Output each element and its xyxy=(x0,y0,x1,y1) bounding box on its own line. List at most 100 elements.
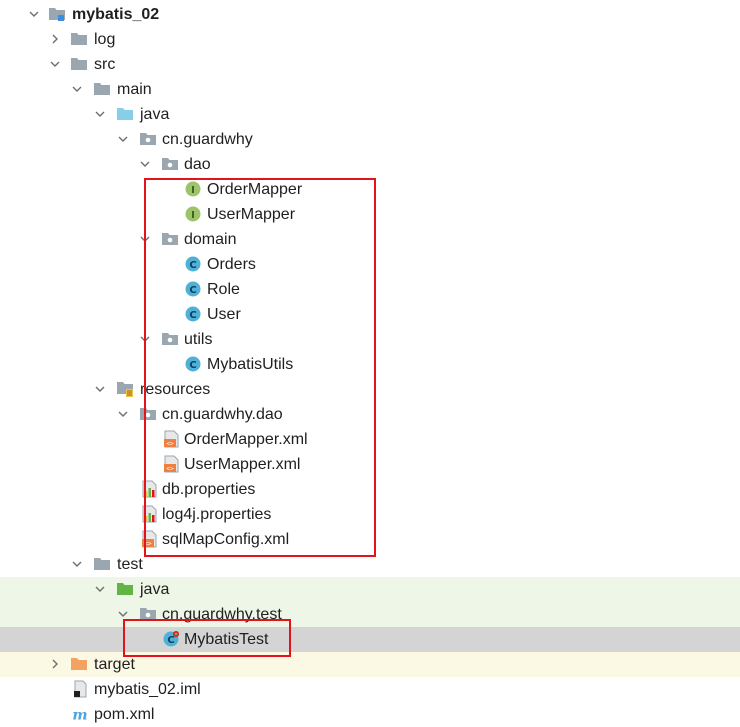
chevron-down-icon[interactable] xyxy=(138,332,152,346)
tree-label: db.properties xyxy=(162,481,256,498)
tree-row-log[interactable]: log xyxy=(0,27,740,52)
source-folder-icon xyxy=(116,105,134,123)
folder-icon xyxy=(70,30,88,48)
tree-label: Orders xyxy=(207,256,256,273)
tree-row-root[interactable]: mybatis_02 xyxy=(0,2,740,27)
package-icon xyxy=(139,130,157,148)
tree-row-orders[interactable]: C Orders xyxy=(0,252,740,277)
tree-row-iml[interactable]: mybatis_02.iml xyxy=(0,677,740,702)
tree-label: OrderMapper xyxy=(207,181,303,198)
chevron-right-icon[interactable] xyxy=(48,32,62,46)
tree-row-sqlmap-config[interactable]: <> sqlMapConfig.xml xyxy=(0,527,740,552)
chevron-down-icon[interactable] xyxy=(70,82,84,96)
properties-file-icon xyxy=(140,480,158,498)
tree-row-mybatis-test[interactable]: C MybatisTest xyxy=(0,627,740,652)
tree-row-user-mapper[interactable]: I UserMapper xyxy=(0,202,740,227)
tree-label: domain xyxy=(184,231,237,248)
package-icon xyxy=(139,605,157,623)
tree-label: cn.guardwhy.dao xyxy=(162,406,283,423)
chevron-down-icon[interactable] xyxy=(93,382,107,396)
svg-text:C: C xyxy=(189,260,196,271)
chevron-down-icon[interactable] xyxy=(138,232,152,246)
tree-label: UserMapper.xml xyxy=(184,456,301,473)
tree-row-order-mapper[interactable]: I OrderMapper xyxy=(0,177,740,202)
svg-text:C: C xyxy=(189,310,196,321)
tree-label: log xyxy=(94,31,116,48)
tree-label: OrderMapper.xml xyxy=(184,431,308,448)
tree-row-user-mapper-xml[interactable]: <> UserMapper.xml xyxy=(0,452,740,477)
tree-row-user[interactable]: C User xyxy=(0,302,740,327)
svg-text:I: I xyxy=(191,185,195,196)
tree-row-resources-package[interactable]: cn.guardwhy.dao xyxy=(0,402,740,427)
svg-text:C: C xyxy=(167,635,174,646)
tree-label: log4j.properties xyxy=(162,506,272,523)
chevron-down-icon[interactable] xyxy=(116,132,130,146)
tree-row-dao[interactable]: dao xyxy=(0,152,740,177)
tree-label: mybatis_02 xyxy=(72,6,160,23)
module-file-icon xyxy=(71,680,89,698)
tree-row-target[interactable]: target xyxy=(0,652,740,677)
tree-label: mybatis_02.iml xyxy=(94,681,201,698)
test-folder-icon xyxy=(116,580,134,598)
tree-row-java-test[interactable]: java xyxy=(0,577,740,602)
chevron-down-icon[interactable] xyxy=(70,557,84,571)
tree-label: main xyxy=(117,81,152,98)
tree-row-utils[interactable]: utils xyxy=(0,327,740,352)
interface-icon: I xyxy=(184,205,202,223)
tree-label: src xyxy=(94,56,116,73)
svg-text:C: C xyxy=(189,285,196,296)
folder-icon xyxy=(93,80,111,98)
tree-row-resources[interactable]: resources xyxy=(0,377,740,402)
tree-row-db-properties[interactable]: db.properties xyxy=(0,477,740,502)
svg-text:<>: <> xyxy=(166,441,174,448)
package-icon xyxy=(161,330,179,348)
tree-row-main[interactable]: main xyxy=(0,77,740,102)
tree-row-src[interactable]: src xyxy=(0,52,740,77)
folder-icon xyxy=(70,55,88,73)
chevron-down-icon[interactable] xyxy=(116,607,130,621)
tree-row-mybatis-utils[interactable]: C MybatisUtils xyxy=(0,352,740,377)
tree-row-test[interactable]: test xyxy=(0,552,740,577)
class-icon: C xyxy=(184,255,202,273)
class-icon: C xyxy=(184,305,202,323)
chevron-down-icon[interactable] xyxy=(93,107,107,121)
tree-row-pom[interactable]: m pom.xml xyxy=(0,702,740,727)
chevron-right-icon[interactable] xyxy=(48,657,62,671)
svg-text:C: C xyxy=(189,360,196,371)
module-folder-icon xyxy=(48,5,66,23)
resources-folder-icon xyxy=(116,380,134,398)
chevron-down-icon[interactable] xyxy=(116,407,130,421)
properties-file-icon xyxy=(140,505,158,523)
chevron-down-icon[interactable] xyxy=(93,582,107,596)
tree-label: sqlMapConfig.xml xyxy=(162,531,290,548)
chevron-down-icon[interactable] xyxy=(48,57,62,71)
xml-file-icon: <> xyxy=(162,430,180,448)
maven-icon: m xyxy=(71,705,89,723)
tree-row-order-mapper-xml[interactable]: <> OrderMapper.xml xyxy=(0,427,740,452)
tree-row-domain[interactable]: domain xyxy=(0,227,740,252)
chevron-down-icon[interactable] xyxy=(138,157,152,171)
tree-label: MybatisTest xyxy=(184,631,269,648)
package-icon xyxy=(139,405,157,423)
tree-label: resources xyxy=(140,381,211,398)
package-icon xyxy=(161,230,179,248)
svg-text:I: I xyxy=(191,210,195,221)
tree-label: utils xyxy=(184,331,213,348)
class-icon: C xyxy=(184,280,202,298)
tree-label: test xyxy=(117,556,143,573)
tree-row-java-main[interactable]: java xyxy=(0,102,740,127)
tree-label: java xyxy=(140,106,170,123)
tree-row-package[interactable]: cn.guardwhy xyxy=(0,127,740,152)
interface-icon: I xyxy=(184,180,202,198)
tree-row-test-package[interactable]: cn.guardwhy.test xyxy=(0,602,740,627)
tree-label: User xyxy=(207,306,241,323)
tree-label: MybatisUtils xyxy=(207,356,294,373)
tree-row-log4j-properties[interactable]: log4j.properties xyxy=(0,502,740,527)
svg-text:m: m xyxy=(72,706,87,723)
package-icon xyxy=(161,155,179,173)
project-tree: mybatis_02 log src main java cn.guardwhy… xyxy=(0,2,740,727)
chevron-down-icon[interactable] xyxy=(27,7,41,21)
tree-label: pom.xml xyxy=(94,706,155,723)
tree-label: target xyxy=(94,656,135,673)
tree-row-role[interactable]: C Role xyxy=(0,277,740,302)
